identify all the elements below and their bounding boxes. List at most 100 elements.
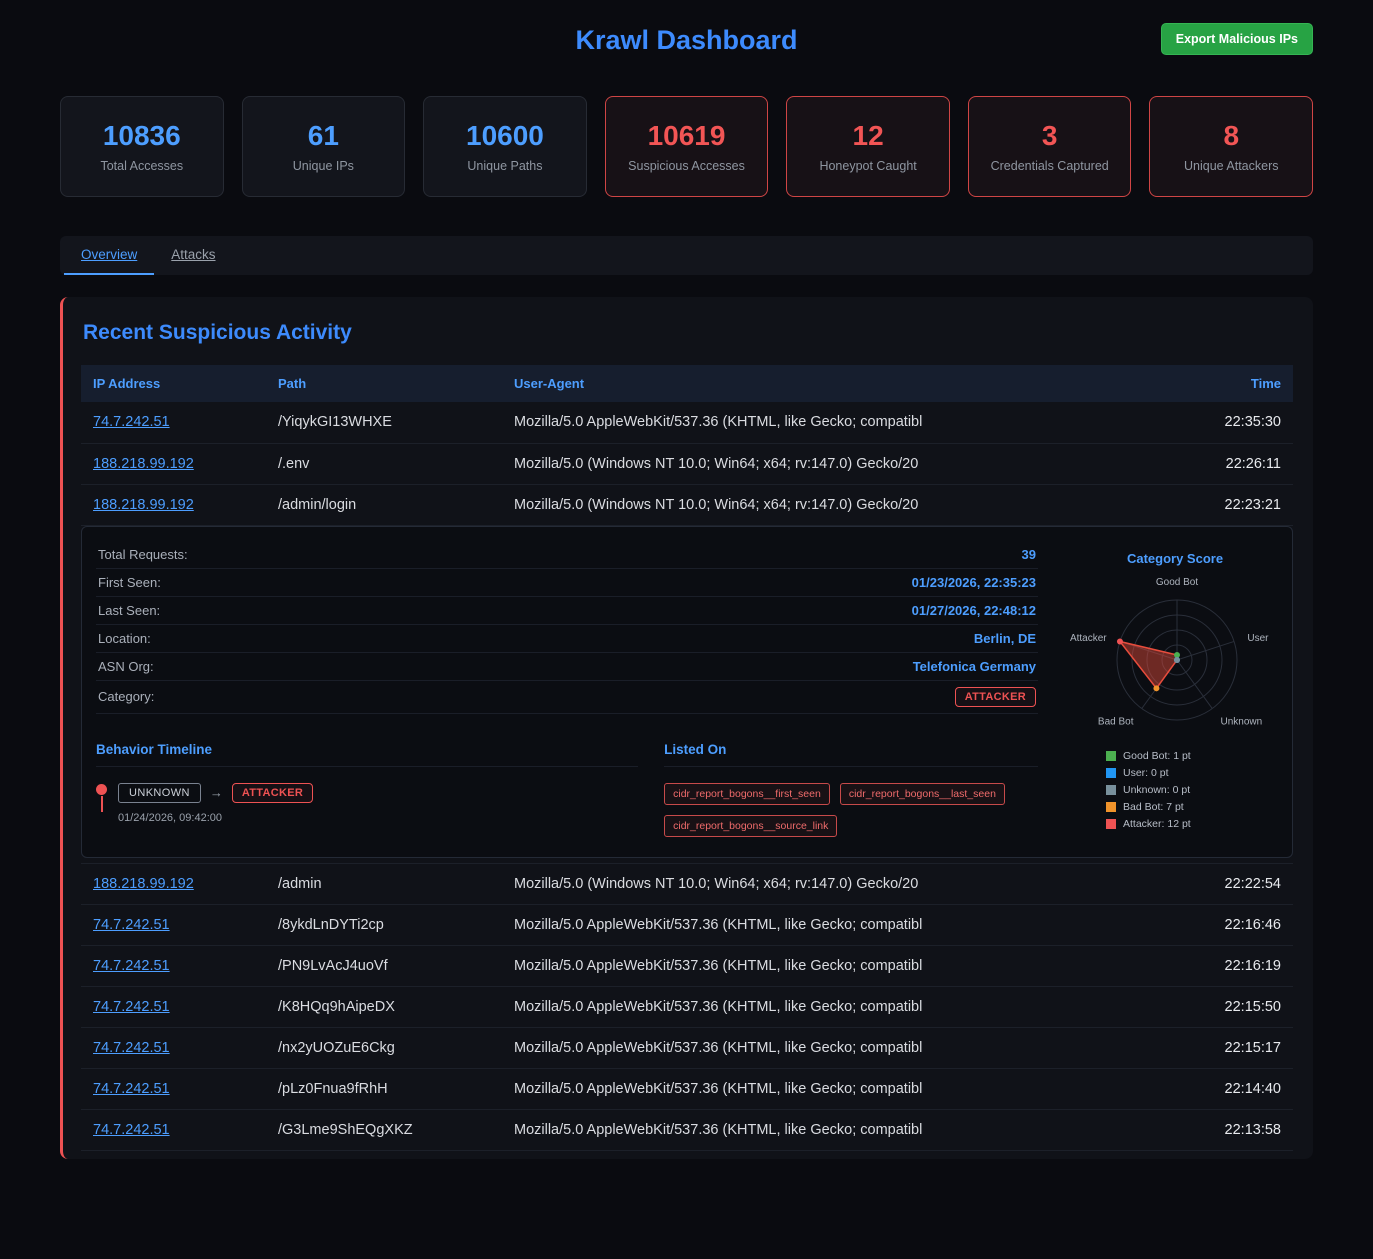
stat-card-credentials-captured: 3Credentials Captured [968, 96, 1132, 197]
suspicious-activity-panel: Recent Suspicious Activity IP AddressPat… [60, 297, 1313, 1159]
ip-detail-subsections: Behavior Timeline UNKNOWN → ATTACKER 01/… [96, 742, 1038, 837]
stat-card-honeypot-caught: 12 Honeypot Caught [786, 96, 950, 197]
radar-axis-label-good-bot: Good Bot [1156, 577, 1198, 588]
detail-field-value: Berlin, DE [974, 631, 1036, 646]
ip-address-link[interactable]: 74.7.242.51 [93, 958, 170, 974]
ip-address-link[interactable]: 74.7.242.51 [93, 1122, 170, 1138]
timeline-to-badge: ATTACKER [232, 783, 313, 803]
ip-address-link[interactable]: 74.7.242.51 [93, 917, 170, 933]
table-row[interactable]: 188.218.99.192/adminMozilla/5.0 (Windows… [81, 863, 1293, 904]
column-header-time: Time [1163, 365, 1293, 402]
ip-address-link[interactable]: 188.218.99.192 [93, 497, 194, 513]
ip-address-link[interactable]: 188.218.99.192 [93, 456, 194, 472]
legend-swatch [1106, 751, 1116, 761]
listed-on-badge-cidr-report-bogons-first-seen[interactable]: cidr_report_bogons__first_seen [664, 783, 830, 805]
legend-item-good-bot: Good Bot: 1 pt [1106, 750, 1278, 762]
legend-item-bad-bot: Bad Bot: 7 pt [1106, 801, 1278, 813]
table-row[interactable]: 74.7.242.51/pLz0Fnua9fRhHMozilla/5.0 App… [81, 1068, 1293, 1109]
tab-overview[interactable]: Overview [64, 236, 154, 275]
panel-title: Recent Suspicious Activity [83, 321, 1291, 345]
timeline-from-badge: UNKNOWN [118, 783, 201, 803]
legend-label: User: 0 pt [1123, 767, 1169, 779]
time-cell: 22:16:19 [1163, 945, 1293, 986]
timeline-marker-icon [96, 784, 108, 812]
ip-detail-panel: Total Requests:39First Seen:01/23/2026, … [81, 526, 1293, 858]
ip-address-link[interactable]: 188.218.99.192 [93, 876, 194, 892]
table-row[interactable]: 188.218.99.192/admin/loginMozilla/5.0 (W… [81, 484, 1293, 525]
table-row[interactable]: 74.7.242.51/K8HQq9hAipeDXMozilla/5.0 App… [81, 986, 1293, 1027]
radar-chart-title: Category Score [1072, 551, 1278, 566]
stat-value: 12 [853, 120, 884, 152]
table-row[interactable]: 74.7.242.51/nx2yUOZuE6CkgMozilla/5.0 App… [81, 1027, 1293, 1068]
time-cell: 22:15:17 [1163, 1027, 1293, 1068]
path-cell: /8ykdLnDYTi2cp [266, 904, 502, 945]
stat-value: 10619 [648, 120, 726, 152]
header: Krawl Dashboard Export Malicious IPs [60, 0, 1313, 80]
table-row[interactable]: 74.7.242.51/PN9LvAcJ4uoVfMozilla/5.0 App… [81, 945, 1293, 986]
radar-axis-label-attacker: Attacker [1070, 632, 1107, 643]
path-cell: /nx2yUOZuE6Ckg [266, 1027, 502, 1068]
suspicious-activity-table: IP AddressPathUser-AgentTime 74.7.242.51… [81, 365, 1293, 1151]
column-header-ip-address: IP Address [81, 365, 266, 402]
detail-field-first-seen: First Seen:01/23/2026, 22:35:23 [96, 569, 1038, 597]
user-agent-cell: Mozilla/5.0 AppleWebKit/537.36 (KHTML, l… [502, 986, 1163, 1027]
ip-address-link[interactable]: 74.7.242.51 [93, 1081, 170, 1097]
detail-field-value: 01/23/2026, 22:35:23 [912, 575, 1036, 590]
ip-cell: 74.7.242.51 [81, 945, 266, 986]
radar-score-polygon [1120, 641, 1177, 688]
category-badge: ATTACKER [955, 687, 1036, 707]
user-agent-cell: Mozilla/5.0 AppleWebKit/537.36 (KHTML, l… [502, 1068, 1163, 1109]
table-row[interactable]: 74.7.242.51/G3Lme9ShEQgXKZMozilla/5.0 Ap… [81, 1109, 1293, 1150]
detail-field-label: Location: [98, 631, 151, 646]
stat-label: Total Accesses [100, 159, 183, 173]
time-cell: 22:35:30 [1163, 402, 1293, 443]
listed-on-title: Listed On [664, 742, 1038, 767]
stat-label: Unique Attackers [1184, 159, 1279, 173]
detail-field-value: 39 [1022, 547, 1036, 562]
legend-item-attacker: Attacker: 12 pt [1106, 818, 1278, 830]
legend-label: Attacker: 12 pt [1123, 818, 1191, 830]
listed-on-badge-cidr-report-bogons-source-link[interactable]: cidr_report_bogons__source_link [664, 815, 837, 837]
user-agent-cell: Mozilla/5.0 AppleWebKit/537.36 (KHTML, l… [502, 402, 1163, 443]
user-agent-cell: Mozilla/5.0 (Windows NT 10.0; Win64; x64… [502, 484, 1163, 525]
time-cell: 22:16:46 [1163, 904, 1293, 945]
export-malicious-ips-button[interactable]: Export Malicious IPs [1161, 23, 1313, 55]
ip-address-link[interactable]: 74.7.242.51 [93, 414, 170, 430]
table-row[interactable]: 74.7.242.51/YiqykGI13WHXEMozilla/5.0 App… [81, 402, 1293, 443]
stat-card-unique-paths: 10600 Unique Paths [423, 96, 587, 197]
stat-card-unique-attackers: 8 Unique Attackers [1149, 96, 1313, 197]
stat-label: Credentials Captured [991, 159, 1109, 173]
ip-cell: 188.218.99.192 [81, 863, 266, 904]
stat-label: Unique Paths [467, 159, 542, 173]
stat-value: 10836 [103, 120, 181, 152]
timeline-transition: UNKNOWN → ATTACKER [118, 783, 313, 803]
listed-on-section: Listed On cidr_report_bogons__first_seen… [664, 742, 1038, 837]
ip-cell: 74.7.242.51 [81, 1027, 266, 1068]
ip-cell: 74.7.242.51 [81, 904, 266, 945]
path-cell: /pLz0Fnua9fRhH [266, 1068, 502, 1109]
stat-label: Honeypot Caught [819, 159, 916, 173]
radar-legend: Good Bot: 1 pt User: 0 pt Unknown: 0 pt Bad… [1106, 750, 1278, 830]
radar-axis-label-unknown: Unknown [1220, 716, 1262, 727]
ip-cell: 74.7.242.51 [81, 1068, 266, 1109]
ip-address-link[interactable]: 74.7.242.51 [93, 1040, 170, 1056]
ip-address-link[interactable]: 74.7.242.51 [93, 999, 170, 1015]
table-row[interactable]: 74.7.242.51/8ykdLnDYTi2cpMozilla/5.0 App… [81, 904, 1293, 945]
user-agent-cell: Mozilla/5.0 AppleWebKit/537.36 (KHTML, l… [502, 945, 1163, 986]
ip-cell: 188.218.99.192 [81, 484, 266, 525]
legend-item-unknown: Unknown: 0 pt [1106, 784, 1278, 796]
radar-axis-label-user: User [1247, 632, 1269, 643]
legend-item-user: User: 0 pt [1106, 767, 1278, 779]
path-cell: /admin [266, 863, 502, 904]
path-cell: /.env [266, 443, 502, 484]
stat-label: Suspicious Accesses [628, 159, 745, 173]
tab-attacks[interactable]: Attacks [154, 236, 232, 275]
listed-on-badge-cidr-report-bogons-last-seen[interactable]: cidr_report_bogons__last_seen [840, 783, 1005, 805]
table-row[interactable]: 188.218.99.192/.envMozilla/5.0 (Windows … [81, 443, 1293, 484]
legend-label: Bad Bot: 7 pt [1123, 801, 1184, 813]
stat-value: 10600 [466, 120, 544, 152]
time-cell: 22:26:11 [1163, 443, 1293, 484]
expanded-detail-row: Total Requests:39First Seen:01/23/2026, … [81, 525, 1293, 863]
stat-value: 8 [1223, 120, 1239, 152]
stat-card-unique-ips: 61Unique IPs [242, 96, 406, 197]
